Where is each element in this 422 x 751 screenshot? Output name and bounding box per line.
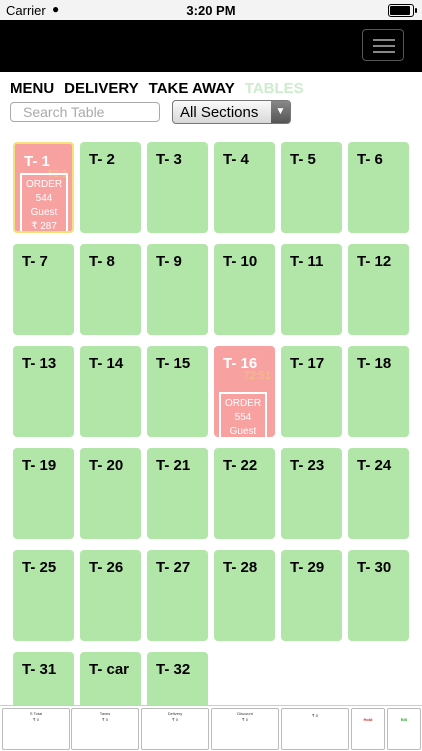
table-tile[interactable]: T- 16 72:51 ORDER 554 Guest bbox=[214, 346, 275, 437]
table-tile[interactable]: T- 28 bbox=[214, 550, 275, 641]
order-guest: Guest bbox=[30, 207, 58, 218]
table-name: T- 13 bbox=[22, 355, 57, 372]
order-guest: Guest bbox=[229, 426, 257, 437]
table-tile[interactable]: T- 5 bbox=[281, 142, 342, 233]
totals-bar: S Total ₹ 0 Taxes ₹ 0 Delivery ₹ 0 Disco… bbox=[0, 705, 422, 751]
subtotal-cell: S Total ₹ 0 bbox=[2, 708, 70, 750]
table-tile[interactable]: T- 7 bbox=[13, 244, 74, 335]
table-name: T- 27 bbox=[156, 559, 191, 576]
table-name: T- 3 bbox=[156, 151, 182, 168]
table-name: T- 21 bbox=[156, 457, 191, 474]
table-tile[interactable]: T- 18 bbox=[348, 346, 409, 437]
table-name: T- 7 bbox=[22, 253, 48, 270]
tab-delivery[interactable]: DELIVERY bbox=[64, 80, 138, 100]
status-bar: Carrier ● 3:20 PM bbox=[0, 0, 422, 20]
hamburger-menu-button[interactable] bbox=[362, 29, 404, 61]
dropdown-arrow-icon: ▼ bbox=[271, 101, 290, 123]
table-name: T- 31 bbox=[22, 661, 57, 678]
table-tile[interactable]: T- 15 bbox=[147, 346, 208, 437]
table-tile[interactable]: T- 21 bbox=[147, 448, 208, 539]
battery-icon bbox=[388, 4, 417, 17]
table-tile[interactable]: T- 17 bbox=[281, 346, 342, 437]
order-order-label: ORDER bbox=[224, 398, 262, 409]
table-tile[interactable]: T- 20 bbox=[80, 448, 141, 539]
discount-cell: Discount ₹ 0 bbox=[211, 708, 279, 750]
table-name: T- 22 bbox=[223, 457, 258, 474]
table-name: T- 17 bbox=[290, 355, 325, 372]
hold-button[interactable]: Hold bbox=[351, 708, 385, 750]
table-tile[interactable]: T- 12 bbox=[348, 244, 409, 335]
table-tile[interactable]: T- 10 bbox=[214, 244, 275, 335]
table-tile[interactable]: T- 13 bbox=[13, 346, 74, 437]
table-name: T- car bbox=[89, 661, 130, 678]
table-name: T- 30 bbox=[357, 559, 392, 576]
table-name: T- 15 bbox=[156, 355, 191, 372]
table-name: T- 29 bbox=[290, 559, 325, 576]
tab-take-away[interactable]: TAKE AWAY bbox=[149, 80, 235, 100]
table-name: T- 8 bbox=[89, 253, 115, 270]
table-tile[interactable]: T- 27 bbox=[147, 550, 208, 641]
table-tile[interactable]: T- 4 bbox=[214, 142, 275, 233]
order-order-no: 544 bbox=[35, 193, 53, 204]
section-select[interactable]: All Sections ▼ bbox=[172, 100, 291, 124]
table-name: T- 4 bbox=[223, 151, 249, 168]
table-name: T- 24 bbox=[357, 457, 392, 474]
total-cell: ₹ 0 bbox=[281, 708, 349, 750]
order-box: ORDER 544 Guest ₹ 287 bbox=[20, 173, 68, 232]
table-tile[interactable]: T- 9 bbox=[147, 244, 208, 335]
table-tile[interactable]: T- 6 bbox=[348, 142, 409, 233]
order-box: ORDER 554 Guest bbox=[219, 392, 267, 437]
table-name: T- 20 bbox=[89, 457, 124, 474]
table-name: T- 11 bbox=[290, 253, 324, 270]
table-name: T- 32 bbox=[156, 661, 191, 678]
order-order-label: ORDER bbox=[25, 179, 63, 190]
bill-button[interactable]: Bill bbox=[387, 708, 421, 750]
taxes-cell: Taxes ₹ 0 bbox=[71, 708, 139, 750]
table-tile[interactable]: T- 2 bbox=[80, 142, 141, 233]
table-name: T- 12 bbox=[357, 253, 392, 270]
table-name: T- 26 bbox=[89, 559, 124, 576]
order-order-no: 554 bbox=[234, 412, 252, 423]
table-name: T- 25 bbox=[22, 559, 57, 576]
order-amount: ₹ 287 bbox=[31, 221, 57, 232]
order-type-tabs: MENU DELIVERY TAKE AWAY TABLES bbox=[10, 80, 304, 100]
table-tile[interactable]: T- 3 bbox=[147, 142, 208, 233]
table-timer: 72:51 bbox=[243, 370, 271, 382]
table-name: T- 2 bbox=[89, 151, 115, 168]
table-tile[interactable]: T- 26 bbox=[80, 550, 141, 641]
table-tile[interactable]: T- 11 bbox=[281, 244, 342, 335]
table-name: T- 5 bbox=[290, 151, 316, 168]
section-select-value: All Sections bbox=[180, 104, 259, 121]
delivery-cell: Delivery ₹ 0 bbox=[141, 708, 209, 750]
tab-tables[interactable]: TABLES bbox=[245, 80, 304, 100]
hamburger-icon bbox=[373, 39, 395, 41]
table-name: T- 10 bbox=[223, 253, 258, 270]
table-name: T- 18 bbox=[357, 355, 392, 372]
table-tile[interactable]: T- 14 bbox=[80, 346, 141, 437]
table-tile[interactable]: T- 22 bbox=[214, 448, 275, 539]
table-tile[interactable]: T- 23 bbox=[281, 448, 342, 539]
table-name: T- 9 bbox=[156, 253, 182, 270]
table-tile[interactable]: T- 29 bbox=[281, 550, 342, 641]
table-tile[interactable]: T- 19 bbox=[13, 448, 74, 539]
table-tile[interactable]: T- 25 bbox=[13, 550, 74, 641]
table-name: T- 19 bbox=[22, 457, 57, 474]
table-name: T- 28 bbox=[223, 559, 258, 576]
nav-bar bbox=[0, 20, 422, 72]
table-name: T- 6 bbox=[357, 151, 383, 168]
table-tile[interactable]: T- 8 bbox=[80, 244, 141, 335]
search-table-input[interactable] bbox=[10, 102, 160, 122]
tab-menu[interactable]: MENU bbox=[10, 80, 54, 100]
clock: 3:20 PM bbox=[186, 3, 236, 18]
table-tile[interactable]: T- 30 bbox=[348, 550, 409, 641]
table-name: T- 14 bbox=[89, 355, 124, 372]
table-tile[interactable]: T- 1 40:1 ORDER 544 Guest ₹ 287 bbox=[13, 142, 74, 233]
table-name: T- 23 bbox=[290, 457, 325, 474]
table-tile[interactable]: T- 24 bbox=[348, 448, 409, 539]
